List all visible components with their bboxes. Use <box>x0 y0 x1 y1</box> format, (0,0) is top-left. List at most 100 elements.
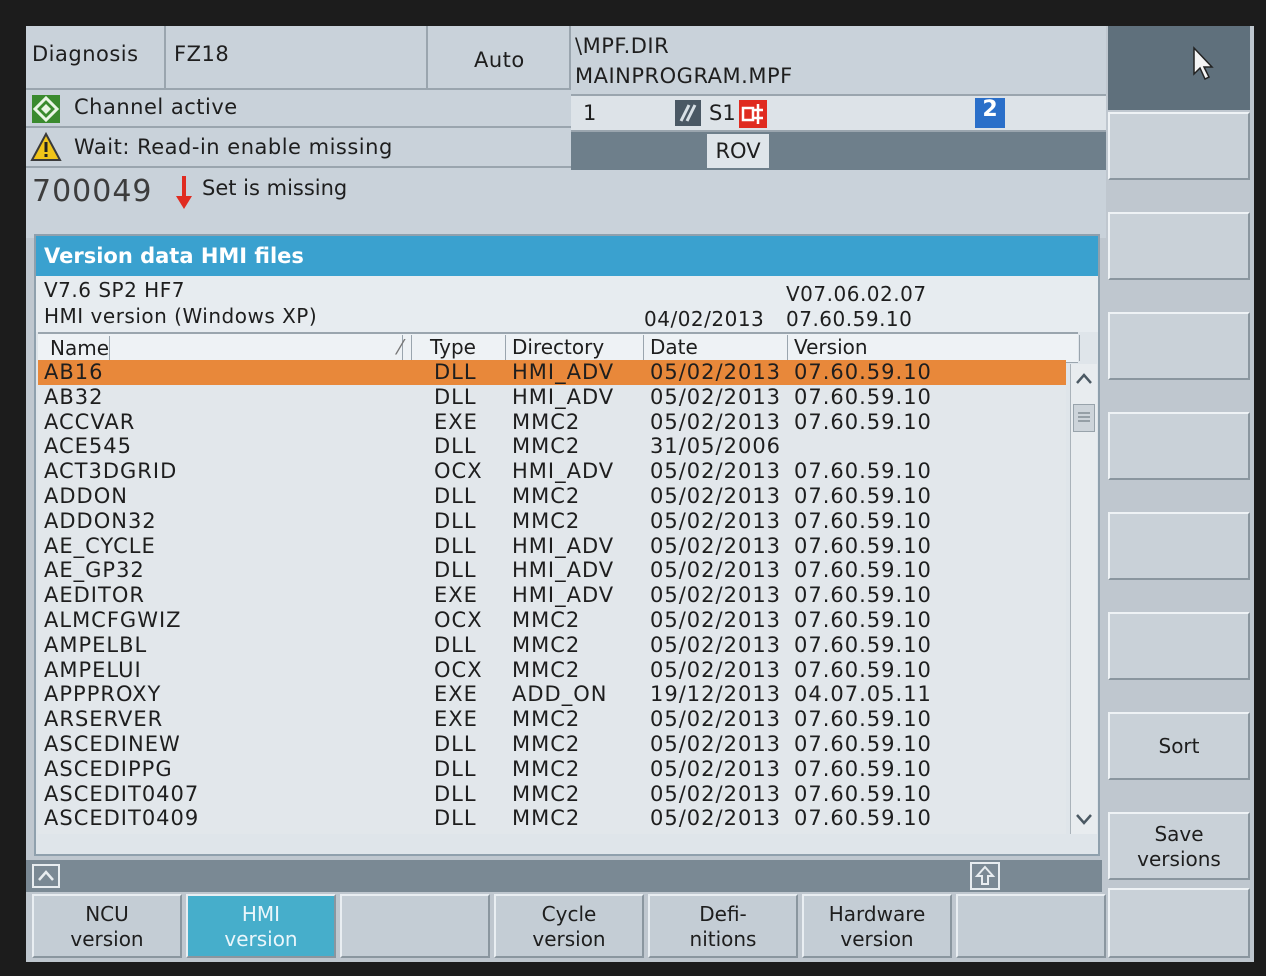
table-row[interactable]: ACCVAR EXE MMC2 05/02/2013 07.60.59.10 <box>38 410 1066 435</box>
vertical-softkey-6[interactable] <box>1108 612 1250 680</box>
horizontal-nav-strip <box>26 860 1102 892</box>
spindle-icon <box>739 100 767 128</box>
table-row[interactable]: AB32 DLL HMI_ADV 05/02/2013 07.60.59.10 <box>38 385 1066 410</box>
softkey-sort[interactable]: Sort <box>1108 712 1250 780</box>
cell-directory: MMC2 <box>512 434 581 459</box>
operating-area: Diagnosis <box>32 42 139 66</box>
softkey-cycle-version[interactable]: Cycle version <box>494 894 644 958</box>
table-row[interactable]: ALMCFGWIZ OCX MMC2 05/02/2013 07.60.59.10 <box>38 608 1066 633</box>
block-number: 1 <box>583 101 597 125</box>
cell-version: 07.60.59.10 <box>794 409 932 434</box>
table-row[interactable]: ASCEDIPPG DLL MMC2 05/02/2013 07.60.59.10 <box>38 757 1066 782</box>
softkey-label: versions <box>1137 847 1221 871</box>
scroll-up-icon[interactable] <box>1073 368 1095 394</box>
cell-version: 07.60.59.10 <box>794 608 932 632</box>
column-header-name[interactable]: Name ⁄ <box>38 335 412 362</box>
cell-version: 07.60.59.10 <box>794 459 932 484</box>
column-header-date[interactable]: Date <box>644 335 788 361</box>
table-row[interactable]: ASCEDINEW DLL MMC2 05/02/2013 07.60.59.10 <box>38 732 1066 757</box>
softkey-empty-3[interactable] <box>340 894 490 958</box>
softkey-empty-7[interactable] <box>956 894 1106 958</box>
vertical-softkey-3[interactable] <box>1108 312 1250 380</box>
cell-date: 05/02/2013 <box>650 508 782 533</box>
cell-date: 05/02/2013 <box>650 360 782 384</box>
cell-date: 05/02/2013 <box>650 732 782 756</box>
table-row[interactable]: ACE545 DLL MMC2 31/05/2006 <box>38 434 1066 459</box>
vertical-softkey-5[interactable] <box>1108 512 1250 580</box>
cell-directory: HMI_ADV <box>512 583 615 608</box>
table-header: Name ⁄ Type Directory Date Version <box>38 332 1080 363</box>
vertical-softkey-header <box>1108 26 1250 110</box>
file-table: AB16 DLL HMI_ADV 05/02/2013 07.60.59.10 AB32 D… <box>38 360 1066 834</box>
vertical-softkey-bottom[interactable] <box>1108 888 1250 958</box>
cell-version: 07.60.59.10 <box>794 508 932 533</box>
table-row[interactable]: ADDON32 DLL MMC2 05/02/2013 07.60.59.10 <box>38 509 1066 534</box>
table-row[interactable]: ACT3DGRID OCX HMI_ADV 05/02/2013 07.60.59.10 <box>38 459 1066 484</box>
table-row[interactable]: ASCEDIT0409 DLL MMC2 05/02/2013 07.60.59.10 <box>38 806 1066 831</box>
softkey-label: version <box>70 927 144 951</box>
softkey-label: Sort <box>1158 734 1200 758</box>
softkey-label: NCU <box>85 902 129 926</box>
column-header-directory[interactable]: Directory <box>506 335 644 361</box>
cell-date: 05/02/2013 <box>650 583 782 608</box>
scroll-thumb[interactable] <box>1073 404 1095 432</box>
cell-name: ACT3DGRID <box>44 459 178 484</box>
vertical-softkey-2[interactable] <box>1108 212 1250 280</box>
vertical-scrollbar[interactable] <box>1070 364 1097 834</box>
table-row[interactable]: AE_CYCLE DLL HMI_ADV 05/02/2013 07.60.59.10 <box>38 534 1066 559</box>
cell-type: EXE <box>434 583 478 608</box>
cell-directory: HMI_ADV <box>512 558 615 583</box>
softkey-save-versions[interactable]: Save versions <box>1108 812 1250 880</box>
cell-date: 05/02/2013 <box>650 707 782 732</box>
cell-date: 05/02/2013 <box>650 384 782 409</box>
softkey-hardware-version[interactable]: Hardware version <box>802 894 952 958</box>
cell-type: DLL <box>434 384 477 409</box>
cell-date: 05/02/2013 <box>650 781 782 806</box>
cell-name: AE_CYCLE <box>44 533 156 558</box>
column-header-type[interactable]: Type <box>424 335 506 361</box>
mode-cell: Auto <box>428 26 571 90</box>
vertical-softkey-4[interactable] <box>1108 412 1250 480</box>
table-row[interactable]: ARSERVER EXE MMC2 05/02/2013 07.60.59.10 <box>38 707 1066 732</box>
channel-name: FZ18 <box>174 42 230 66</box>
cell-version: 04.07.05.11 <box>794 682 932 707</box>
column-header-version[interactable]: Version <box>788 335 1080 361</box>
version-panel: Version data HMI files V7.6 SP2 HF7 V07.… <box>34 234 1100 856</box>
cell-type: DLL <box>434 756 477 781</box>
scroll-down-icon[interactable] <box>1073 808 1095 834</box>
etc-icon[interactable] <box>970 862 1000 890</box>
table-row[interactable]: AB16 DLL HMI_ADV 05/02/2013 07.60.59.10 <box>38 360 1066 385</box>
softkey-label: version <box>532 927 606 951</box>
table-row[interactable]: AE_GP32 DLL HMI_ADV 05/02/2013 07.60.59.10 <box>38 558 1066 583</box>
cell-directory: MMC2 <box>512 781 581 806</box>
alarm-text: Set is missing <box>202 176 348 200</box>
cell-date: 05/02/2013 <box>650 632 782 657</box>
cell-directory: ADD_ON <box>512 682 608 707</box>
cell-type: DLL <box>434 434 477 459</box>
recall-icon[interactable] <box>32 864 60 888</box>
table-row[interactable]: AEDITOR EXE HMI_ADV 05/02/2013 07.60.59.10 <box>38 583 1066 608</box>
vertical-softkey-1[interactable] <box>1108 112 1250 180</box>
cell-date: 05/02/2013 <box>650 806 782 831</box>
cell-type: OCX <box>434 657 483 682</box>
table-row[interactable]: ASCEDIT0407 DLL MMC2 05/02/2013 07.60.59.10 <box>38 782 1066 807</box>
table-row[interactable]: ADDON DLL MMC2 05/02/2013 07.60.59.10 <box>38 484 1066 509</box>
cell-directory: HMI_ADV <box>512 360 615 384</box>
softkey-label: version <box>840 927 914 951</box>
operating-area-cell: Diagnosis <box>26 26 166 90</box>
mouse-pointer-icon <box>1192 46 1214 86</box>
table-row[interactable]: APPPROXY EXE ADD_ON 19/12/2013 04.07.05.11 <box>38 682 1066 707</box>
softkey-ncu-version[interactable]: NCU version <box>32 894 182 958</box>
table-row[interactable]: AMPELBL DLL MMC2 05/02/2013 07.60.59.10 <box>38 633 1066 658</box>
cell-type: EXE <box>434 682 478 707</box>
channel-name-cell: FZ18 <box>166 26 428 90</box>
table-row[interactable]: AMPELUI OCX MMC2 05/02/2013 07.60.59.10 <box>38 658 1066 683</box>
cell-date: 05/02/2013 <box>650 459 782 484</box>
program-status-row: Wait: Read-in enable missing <box>26 128 571 168</box>
cell-directory: MMC2 <box>512 508 581 533</box>
softkey-definitions[interactable]: Defi-nitions <box>648 894 798 958</box>
softkey-label: version <box>224 927 298 951</box>
softkey-hmi-version[interactable]: HMI version <box>186 894 336 958</box>
cell-name: ARSERVER <box>44 707 164 732</box>
program-status: Wait: Read-in enable missing <box>74 135 393 159</box>
